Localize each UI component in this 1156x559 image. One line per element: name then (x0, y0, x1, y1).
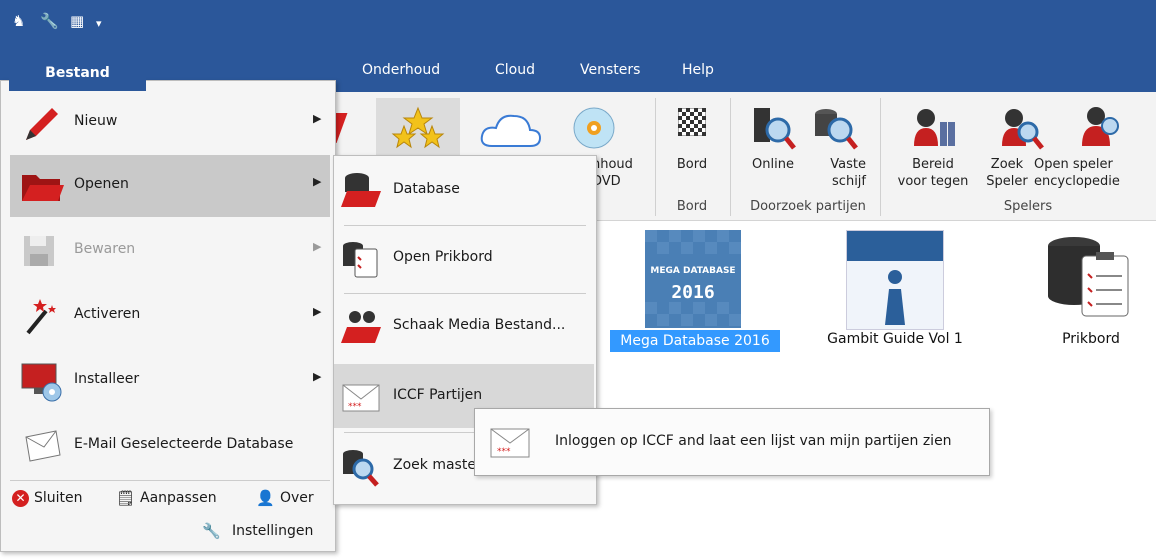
iccf-tooltip: *** Inloggen op ICCF and laat een lijst … (474, 408, 990, 476)
group-separator (880, 98, 881, 216)
title-bar: ♞ 🔧 ▦ ▾ (0, 0, 1156, 44)
submenu-item-label: Database (393, 181, 460, 197)
chevron-right-icon: ▶ (313, 240, 322, 253)
group-label-bord: Bord (676, 199, 708, 214)
mega-tile-line2: 2016 (671, 282, 715, 303)
menu-item-label: Nieuw (74, 113, 118, 129)
over-button[interactable]: Over (280, 490, 314, 506)
submenu-item-label: Schaak Media Bestand... (393, 317, 566, 333)
find-player-icon[interactable] (1000, 106, 1046, 150)
open-folder-icon (22, 175, 64, 201)
svg-text:***: *** (348, 402, 362, 412)
envelope-icon (25, 430, 61, 462)
about-person-icon: 👤 (256, 489, 275, 507)
tab-vensters[interactable]: Vensters (580, 62, 640, 78)
tab-bestand[interactable]: Bestand (9, 55, 146, 91)
chevron-right-icon: ▶ (313, 370, 322, 383)
quick-access-dropdown-icon[interactable]: ▾ (96, 15, 102, 33)
menu-item-label: Bewaren (74, 241, 136, 257)
menu-item-nieuw[interactable]: Nieuw ▶ (10, 92, 330, 154)
menu-item-bewaren: Bewaren ▶ (10, 220, 330, 282)
player-encyclopedia-icon[interactable] (1078, 104, 1128, 150)
submenu-item-media[interactable]: Schaak Media Bestand... (334, 294, 594, 358)
chevron-right-icon: ▶ (313, 305, 322, 318)
gambit-cover-header (847, 231, 943, 261)
save-icon (24, 236, 54, 266)
aanpassen-button[interactable]: Aanpassen (140, 490, 217, 506)
cloud-icon[interactable] (478, 108, 544, 154)
board-icon[interactable]: ▦ (70, 12, 84, 30)
group-label-doorzoek: Doorzoek partijen (750, 199, 866, 214)
settings-wrench-icon: 🔧 (202, 522, 221, 540)
close-icon: ✕ (12, 490, 29, 507)
tab-cloud[interactable]: Cloud (495, 62, 535, 78)
harddisk-search-icon[interactable] (812, 106, 858, 150)
find-player-label[interactable]: Zoek Speler (986, 156, 1028, 190)
tab-onderhoud[interactable]: Onderhoud (362, 62, 440, 78)
clipboard-database-icon[interactable] (1044, 234, 1134, 324)
submenu-item-database[interactable]: Database (334, 158, 594, 222)
tooltip-text: Inloggen op ICCF and laat een lijst van … (555, 433, 952, 449)
encyclopedia-label[interactable]: Open speler encyclopedie (1034, 156, 1156, 190)
submenu-item-label: Zoek maste (393, 457, 476, 473)
group-separator (655, 98, 656, 216)
iccf-envelope-icon: *** (490, 428, 530, 458)
pencil-icon (26, 108, 58, 140)
submenu-item-label: Open Prikbord (393, 249, 493, 265)
prepare-label[interactable]: Bereid voor tegen (890, 156, 976, 190)
mega-database-thumbnail[interactable]: MEGA DATABASE 2016 (645, 230, 741, 328)
group-label-spelers: Spelers (1003, 199, 1053, 214)
menu-item-installeer[interactable]: Installeer ▶ (10, 350, 330, 412)
sluiten-button[interactable]: Sluiten (34, 490, 83, 506)
chevron-right-icon: ▶ (313, 175, 322, 188)
chessboard-pattern-icon (645, 230, 741, 328)
menu-item-activeren[interactable]: Activeren ▶ (10, 285, 330, 347)
database-folder-icon (341, 173, 381, 207)
search-database-icon (343, 450, 379, 487)
instellingen-button[interactable]: Instellingen (232, 523, 313, 539)
tab-help[interactable]: Help (682, 62, 714, 78)
prikbord-caption[interactable]: Prikbord (1036, 331, 1146, 347)
submenu-item-label: ICCF Partijen (393, 387, 483, 403)
submenu-item-open-prikbord[interactable]: Open Prikbord (334, 226, 594, 290)
menu-item-label: Activeren (74, 306, 141, 322)
menu-item-label: Installeer (74, 371, 140, 387)
gambit-guide-caption[interactable]: Gambit Guide Vol 1 (812, 331, 978, 347)
app-logo-icon[interactable]: ♞ (12, 12, 25, 30)
gambit-guide-thumbnail[interactable] (846, 230, 944, 330)
online-search-icon[interactable] (750, 106, 796, 150)
media-folder-icon (341, 311, 381, 343)
chessboard-icon[interactable] (678, 108, 706, 136)
chess-piece-icon (885, 270, 905, 325)
dvd-icon[interactable] (572, 106, 616, 150)
menu-item-label: Openen (74, 176, 129, 192)
svg-text:***: *** (497, 447, 511, 457)
menu-item-email[interactable]: E-Mail Geselecteerde Database (10, 415, 330, 477)
clipboard-icon (343, 242, 378, 278)
harddisk-label[interactable]: Vaste schijf (810, 156, 866, 190)
iccf-envelope-icon: *** (342, 384, 380, 412)
menu-footer-row: ✕ Sluiten 🗒 Aanpassen 👤 Over (12, 489, 332, 512)
content-dvd-label[interactable]: nhoud DVD (592, 156, 642, 190)
wrench-icon[interactable]: 🔧 (40, 12, 59, 30)
group-separator (730, 98, 731, 216)
mega-tile-line1: MEGA DATABASE (650, 266, 736, 276)
board-label[interactable]: Bord (668, 156, 716, 173)
magic-wand-icon (26, 299, 56, 335)
menu-footer-divider (10, 480, 330, 481)
customize-icon: 🗒 (116, 489, 136, 507)
prepare-opponent-icon[interactable] (912, 106, 962, 150)
install-icon (21, 363, 62, 402)
menu-item-openen[interactable]: Openen ▶ (10, 155, 330, 217)
chevron-right-icon: ▶ (313, 112, 322, 125)
online-label[interactable]: Online (748, 156, 798, 173)
menu-item-label: E-Mail Geselecteerde Database (74, 436, 294, 452)
mega-database-caption[interactable]: Mega Database 2016 (610, 330, 780, 352)
